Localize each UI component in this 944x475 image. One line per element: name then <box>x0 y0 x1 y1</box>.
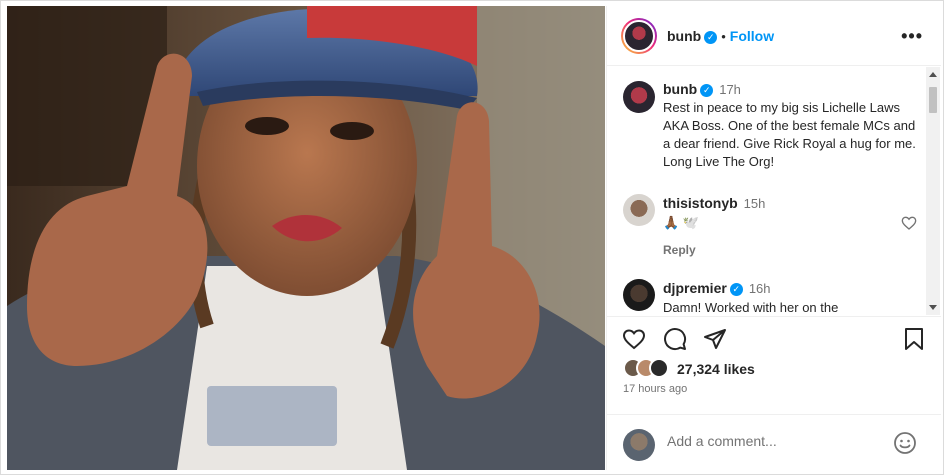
post-image[interactable] <box>7 6 605 470</box>
like-heart-icon[interactable] <box>621 327 647 351</box>
caption-author[interactable]: bunb <box>663 81 697 97</box>
likes-count[interactable]: 27,324 likes <box>677 361 755 377</box>
emoji-smiley-icon[interactable] <box>893 431 917 455</box>
action-bar <box>607 316 941 360</box>
caption-text: Rest in peace to my big sis Lichelle Law… <box>663 100 916 170</box>
post-side-panel: bunb ✓ • Follow ••• bunb ✓ 17h Rest in peace … <box>606 6 941 470</box>
post-timestamp[interactable]: 17 hours ago <box>623 383 687 395</box>
follow-button[interactable]: Follow <box>730 28 774 44</box>
separator-dot: • <box>721 29 726 44</box>
scroll-up-arrow-icon[interactable] <box>929 72 937 77</box>
likers-avatars <box>623 358 675 380</box>
verified-badge-icon: ✓ <box>729 283 743 297</box>
scroll-down-arrow-icon[interactable] <box>929 305 937 310</box>
post-frame: bunb ✓ • Follow ••• bunb ✓ 17h Rest in peace … <box>0 0 944 475</box>
verified-badge-icon: ✓ <box>700 84 714 98</box>
comment-item: djpremier ✓ 16h Damn! Worked with her on t… <box>663 280 913 315</box>
add-comment-input[interactable]: Add a comment... <box>667 433 777 449</box>
author-avatar[interactable] <box>621 18 657 54</box>
comment-author[interactable]: djpremier <box>663 280 727 296</box>
post-header: bunb ✓ • Follow ••• <box>607 6 941 66</box>
verified-badge-icon: ✓ <box>704 31 718 45</box>
header-author-line: bunb ✓ • Follow <box>667 28 774 45</box>
comment-text: Damn! Worked with her on the <box>663 300 839 315</box>
comment-icon[interactable] <box>663 327 687 351</box>
comment-avatar[interactable] <box>623 279 655 311</box>
comment-avatar[interactable] <box>623 194 655 226</box>
comment-time[interactable]: 16h <box>749 281 771 296</box>
post-photo-illustration <box>7 6 605 470</box>
add-comment-bar: Add a comment... <box>607 414 941 470</box>
comments-scrollbar[interactable] <box>926 67 940 315</box>
save-bookmark-icon[interactable] <box>903 327 925 351</box>
caption-author-avatar[interactable] <box>623 81 655 113</box>
comments-list[interactable]: bunb ✓ 17h Rest in peace to my big sis Lic… <box>607 67 941 315</box>
share-send-icon[interactable] <box>703 327 727 351</box>
comment-item: thisistonyb 15h 🙏🏾 🕊️ Reply <box>663 195 913 257</box>
comment-author[interactable]: thisistonyb <box>663 195 738 211</box>
more-options-icon[interactable]: ••• <box>901 26 923 47</box>
liker-avatar <box>649 358 669 378</box>
comment-time[interactable]: 15h <box>744 196 766 211</box>
current-user-avatar <box>623 429 655 461</box>
reply-button[interactable]: Reply <box>663 243 913 257</box>
caption-time[interactable]: 17h <box>719 82 741 97</box>
caption: bunb ✓ 17h Rest in peace to my big sis Lic… <box>663 81 919 171</box>
comment-like-heart-icon[interactable] <box>901 215 917 231</box>
scrollbar-thumb[interactable] <box>929 87 937 113</box>
author-username[interactable]: bunb <box>667 28 701 44</box>
comment-text: 🙏🏾 🕊️ <box>663 215 699 230</box>
